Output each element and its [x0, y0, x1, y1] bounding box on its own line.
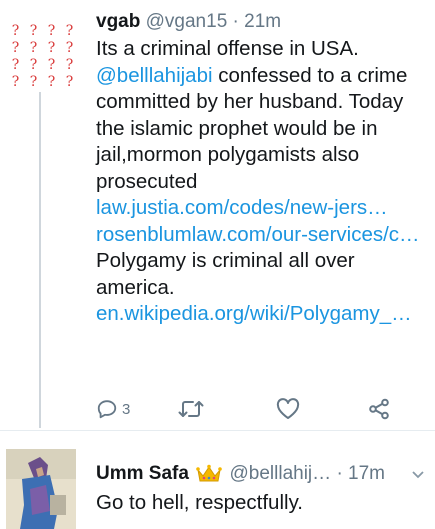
url-link-rosenblum[interactable]: rosenblumlaw.com/our-services/c…	[96, 223, 420, 246]
reply-icon	[97, 400, 117, 419]
tweet-text: Go to hell, respectfully.	[96, 491, 303, 514]
separator-dot: ·	[336, 463, 343, 484]
user-handle[interactable]: @belllahij…	[229, 463, 331, 484]
timestamp[interactable]: 21m	[244, 11, 281, 32]
url-link-wikipedia[interactable]: en.wikipedia.org/wiki/Polygamy_…	[96, 302, 412, 325]
retweet-icon	[178, 401, 204, 417]
tweet-line: Polygamy is criminal all over america.	[96, 249, 355, 299]
chevron-down-icon[interactable]	[411, 467, 425, 483]
separator-dot: ·	[232, 11, 239, 32]
mention-link[interactable]: @belllahijabi	[96, 64, 213, 87]
avatar-glyph: ?	[47, 74, 56, 90]
avatar-glyph: ?	[65, 23, 74, 39]
avatar-glyph: ?	[11, 40, 20, 56]
retweet-button[interactable]	[178, 398, 204, 420]
avatar-glyph: ?	[65, 74, 74, 90]
avatar[interactable]	[6, 449, 76, 529]
avatar-glyph: ?	[11, 23, 20, 39]
tweet-header: Umm Safa @belllahij… · 17m	[96, 461, 385, 487]
display-name[interactable]: Umm Safa	[96, 463, 189, 484]
tweet[interactable]: ???????????????? vgab @vgan15 · 21m Its …	[0, 0, 435, 430]
tweet[interactable]: Umm Safa @belllahij… · 17m Go to hell, r…	[0, 430, 435, 529]
avatar-glyph: ?	[11, 57, 20, 73]
avatar[interactable]: ????????????????	[2, 14, 78, 90]
share-icon	[369, 398, 389, 420]
avatar-glyph: ?	[29, 40, 38, 56]
avatar-glyph: ?	[65, 57, 74, 73]
timestamp[interactable]: 17m	[348, 463, 385, 484]
tweet-paragraph: en.wikipedia.org/wiki/Polygamy_…	[96, 301, 431, 328]
like-button[interactable]	[276, 398, 300, 420]
avatar-glyph: ?	[11, 74, 20, 90]
tweet-line: Its a criminal offense in USA.	[96, 37, 359, 60]
avatar-glyph: ?	[29, 74, 38, 90]
tweet-actions: 3	[96, 398, 416, 424]
avatar-glyph: ?	[47, 40, 56, 56]
display-name[interactable]: vgab	[96, 11, 140, 32]
avatar-glyph: ?	[47, 23, 56, 39]
avatar-glyph: ?	[47, 57, 56, 73]
share-button[interactable]	[368, 398, 390, 420]
url-link-justia[interactable]: law.justia.com/codes/new-jers…	[96, 196, 388, 219]
reply-button[interactable]: 3	[96, 398, 130, 420]
reply-count: 3	[122, 400, 131, 418]
avatar-glyph: ?	[29, 57, 38, 73]
avatar-glyph: ?	[65, 40, 74, 56]
tweet-paragraph: rosenblumlaw.com/our-services/c…	[96, 222, 431, 249]
tweet-paragraph: @belllahijabi confessed to a crime commi…	[96, 63, 431, 222]
tweet-text: Its a criminal offense in USA. @belllahi…	[96, 36, 431, 328]
crown-emoji-icon	[196, 464, 223, 482]
avatar-photo	[6, 449, 76, 529]
heart-icon	[276, 398, 300, 419]
user-handle[interactable]: @vgan15	[146, 11, 228, 32]
avatar-glyph: ?	[29, 23, 38, 39]
tweet-header: vgab @vgan15 · 21m	[96, 9, 281, 35]
